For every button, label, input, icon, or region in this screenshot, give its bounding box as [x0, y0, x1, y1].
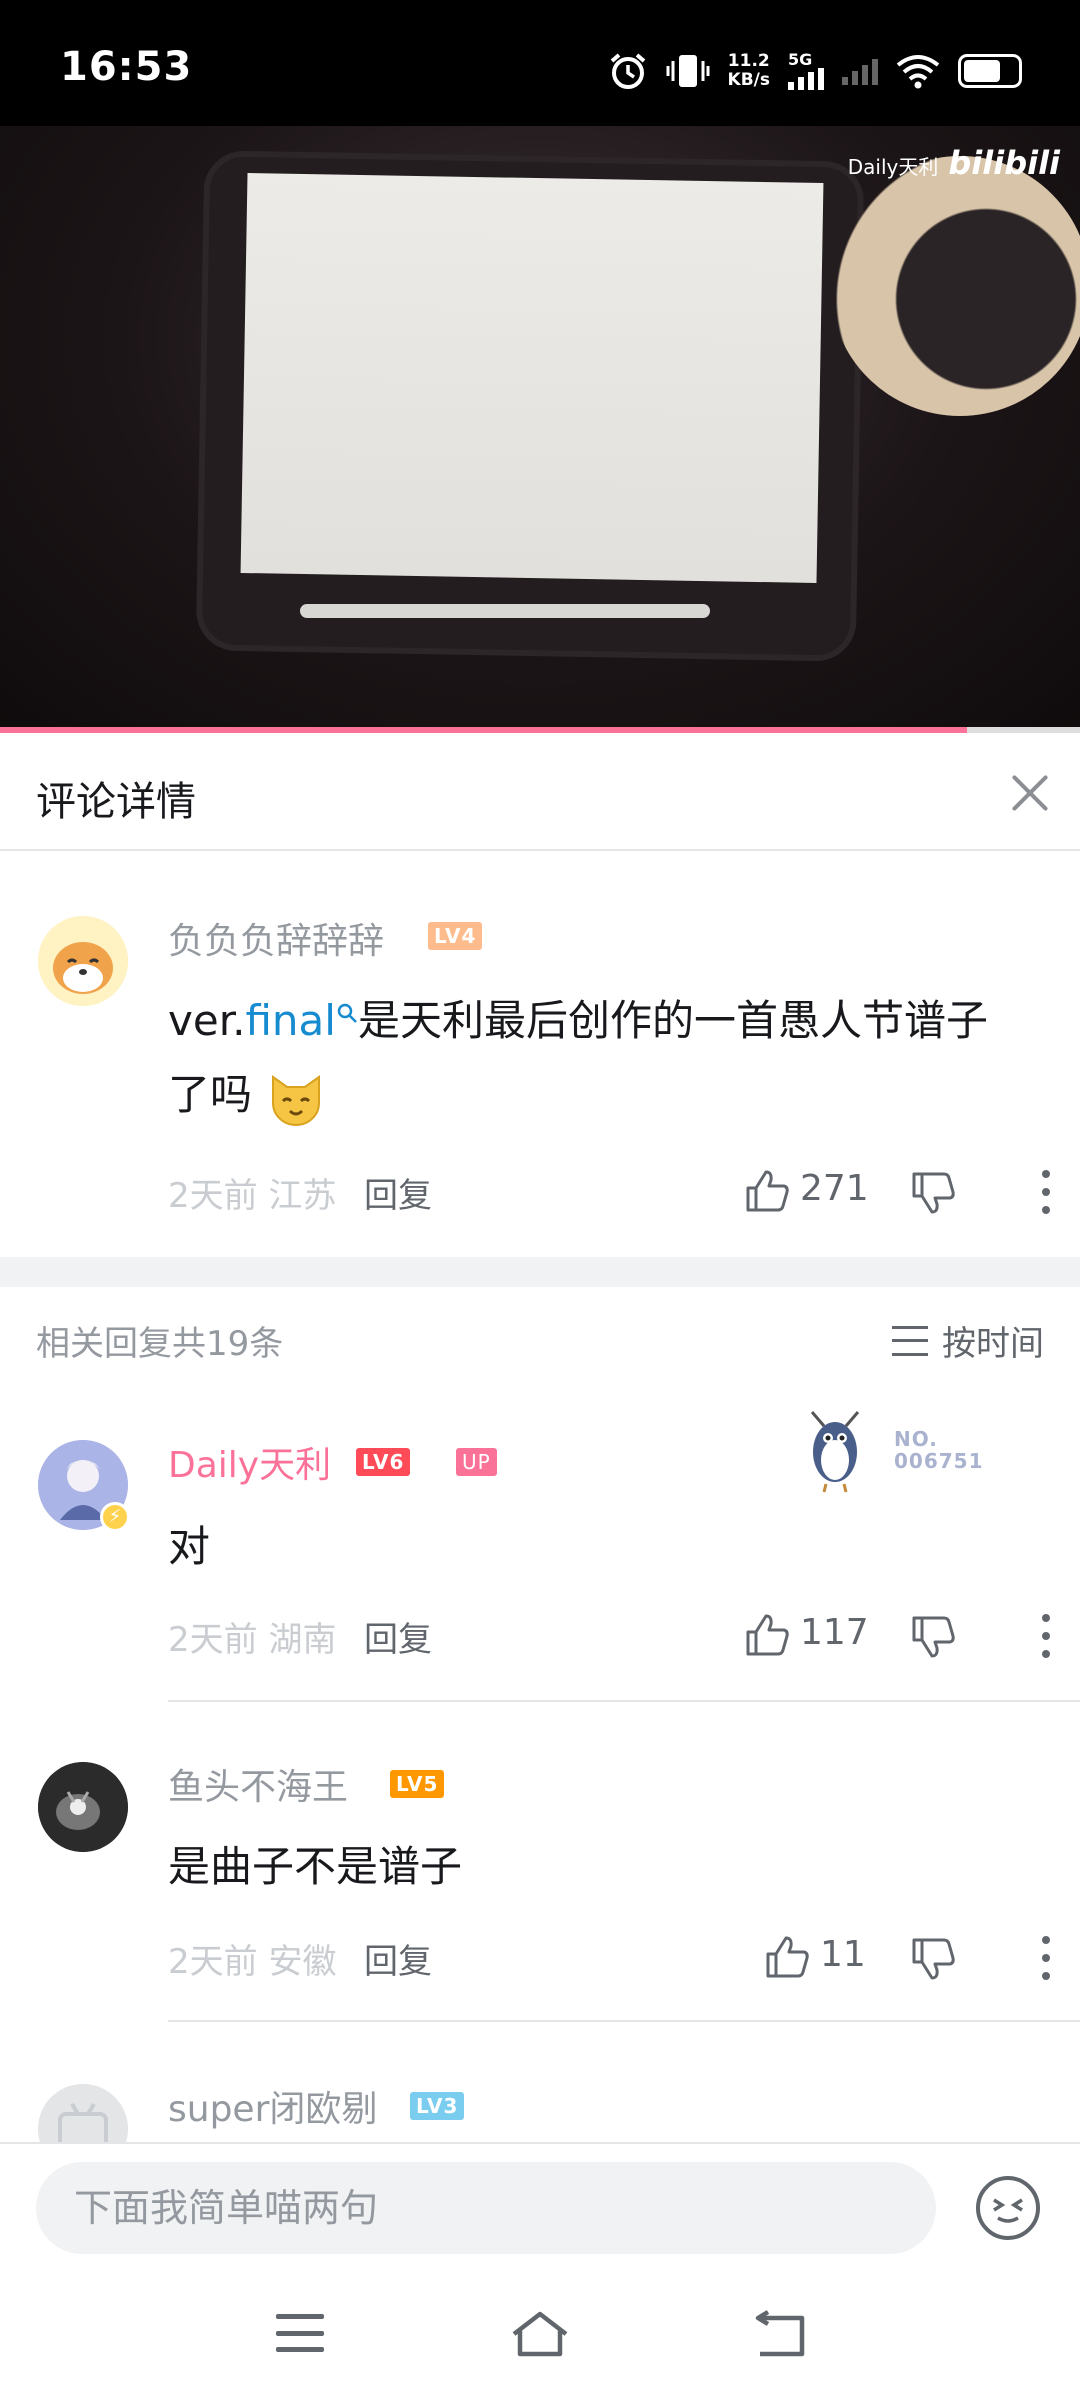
reply-meta: 2天前 安徽 — [168, 1934, 336, 1983]
fan-badge-num: 006751 — [894, 1449, 984, 1473]
home-icon[interactable] — [510, 2310, 570, 2360]
menu-icon[interactable] — [276, 2314, 324, 2352]
status-icons: 11.2 KB/s 5G — [608, 46, 1022, 96]
up-badge: UP — [456, 1448, 497, 1476]
level-badge: LV4 — [428, 922, 483, 950]
dog-avatar-icon — [38, 916, 128, 1006]
reply-username[interactable]: 鱼头不海王 — [168, 1758, 348, 1810]
comment-location: 江苏 — [268, 1176, 337, 1216]
system-nav-bar — [0, 2272, 1080, 2400]
video-watermark: Daily天利 bilibili — [848, 144, 1060, 182]
wifi-icon — [896, 55, 940, 89]
more-icon[interactable] — [1042, 1614, 1050, 1658]
search-link[interactable]: final — [245, 996, 335, 1045]
level-badge: LV6 — [356, 1448, 411, 1476]
reply-meta: 2天前 湖南 — [168, 1612, 336, 1661]
fan-badge-no: NO. — [894, 1427, 938, 1451]
reply-time: 2天前 — [168, 1942, 258, 1982]
status-bar: 16:53 11.2 KB/s 5G — [0, 0, 1080, 126]
thumbs-up-icon[interactable] — [764, 1934, 810, 1980]
video-cat — [830, 156, 1080, 416]
avatar[interactable] — [38, 1762, 128, 1852]
reply-time: 2天前 — [168, 1620, 258, 1660]
reply-divider — [168, 1700, 1080, 1702]
search-icon[interactable] — [336, 1002, 358, 1024]
emoji-icon[interactable] — [976, 2176, 1040, 2240]
thumbs-down-icon[interactable] — [910, 1936, 956, 1982]
fan-badge-number: NO. 006751 — [894, 1428, 984, 1472]
like-count: 11 — [820, 1934, 866, 1975]
more-icon[interactable] — [1042, 1936, 1050, 1980]
video-pencil — [300, 604, 710, 618]
reply-location: 安徽 — [268, 1942, 337, 1982]
comment-input[interactable]: 下面我简单喵两句 — [36, 2162, 936, 2254]
more-icon[interactable] — [1042, 1170, 1050, 1214]
bilibili-logo: bilibili — [948, 144, 1060, 182]
reply-button[interactable]: 回复 — [364, 1612, 432, 1661]
comment-username[interactable]: 负负负辞辞辞 — [168, 912, 384, 964]
sort-label: 按时间 — [942, 1324, 1044, 1364]
back-icon[interactable] — [754, 2310, 810, 2360]
reply-text: 对 — [168, 1522, 211, 1571]
thumbs-down-icon[interactable] — [910, 1614, 956, 1660]
reply-text: 是曲子不是谱子 — [168, 1842, 463, 1891]
thumbs-up-icon[interactable] — [744, 1612, 790, 1658]
reply-button[interactable]: 回复 — [364, 1168, 432, 1217]
comment-time: 2天前 — [168, 1176, 258, 1216]
network-type: 5G — [788, 50, 813, 69]
section-separator — [0, 1257, 1080, 1287]
battery-icon — [958, 54, 1022, 88]
comment-text-line2: 了吗 — [168, 1070, 253, 1119]
signal-bars-2-icon — [842, 57, 878, 85]
bird-fan-badge-icon — [810, 1411, 860, 1493]
alarm-icon — [610, 53, 645, 89]
watermark-text: Daily天利 — [847, 155, 939, 179]
reply-actions: 11 — [740, 1928, 1080, 1988]
cat-photo-avatar-icon — [38, 1762, 128, 1852]
reply-button[interactable]: 回复 — [364, 1934, 432, 1983]
related-replies-count: 相关回复共19条 — [36, 1324, 284, 1364]
panel-title: 评论详情 — [36, 779, 196, 825]
signal-bars-icon — [788, 68, 824, 90]
cell-signal-1: 5G — [788, 52, 824, 90]
net-speed: 11.2 KB/s — [728, 52, 770, 90]
avatar[interactable]: ⚡ — [38, 1440, 130, 1532]
vibrate-icon — [666, 55, 710, 87]
avatar[interactable] — [38, 916, 128, 1006]
net-speed-unit: KB/s — [727, 70, 770, 90]
level-badge: LV3 — [410, 2092, 465, 2120]
sort-list-icon — [892, 1325, 928, 1356]
comment-text: ver.final 是天利最后创作的一首愚人节谱子 了吗 — [168, 984, 988, 1132]
reply-location: 湖南 — [268, 1620, 337, 1660]
sort-button[interactable]: 按时间 — [892, 1316, 1044, 1365]
comment-text-prefix: ver. — [168, 996, 246, 1045]
thumbs-up-icon[interactable] — [744, 1168, 790, 1214]
reply-username[interactable]: super闭欧剔 — [168, 2080, 377, 2132]
verified-badge-icon: ⚡ — [100, 1502, 130, 1532]
like-count: 117 — [800, 1612, 869, 1653]
video-player[interactable]: Daily天利 bilibili — [0, 126, 1080, 732]
cat-emoji-icon — [272, 1074, 321, 1126]
close-icon[interactable] — [1002, 765, 1058, 821]
comment-text-suffix: 是天利最后创作的一首愚人节谱子 — [357, 996, 988, 1045]
net-speed-value: 11.2 — [727, 51, 770, 71]
video-tablet-screen — [240, 173, 824, 583]
comment-actions: 271 — [740, 1162, 1080, 1222]
emoji-face-icon — [993, 2198, 1023, 2223]
comment-input-bar: 下面我简单喵两句 — [0, 2142, 1080, 2272]
reply-divider — [168, 2020, 1080, 2022]
comment-meta: 2天前 江苏 — [168, 1168, 336, 1217]
level-badge: LV5 — [390, 1770, 445, 1798]
comment-detail-header: 评论详情 — [0, 733, 1080, 851]
reply-username[interactable]: Daily天利 — [168, 1436, 331, 1488]
thumbs-down-icon[interactable] — [910, 1170, 956, 1216]
status-time: 16:53 — [60, 44, 193, 90]
reply-actions: 117 — [740, 1606, 1080, 1666]
like-count: 271 — [800, 1168, 869, 1209]
